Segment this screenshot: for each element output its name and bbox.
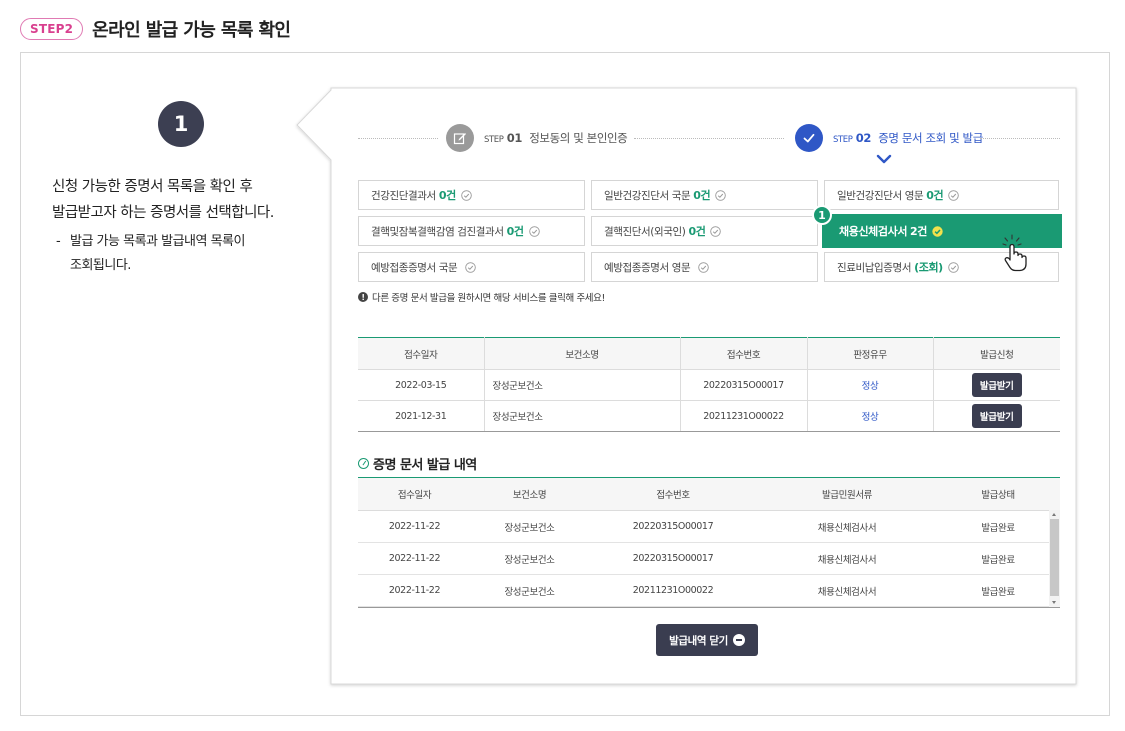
progress-step-1: STEP 01 정보동의 및 본인인증 [446, 124, 628, 152]
table-row: 2022-11-22 장성군보건소 20220315O00017 채용신체검사서… [358, 510, 1060, 543]
scroll-down-icon[interactable] [1052, 601, 1056, 604]
col-header: 발급민원서류 [758, 477, 936, 511]
scroll-thumb[interactable] [1050, 519, 1059, 596]
issue-button[interactable]: 발급받기 [971, 404, 1022, 428]
divider [358, 607, 1060, 608]
issue-button[interactable]: 발급받기 [971, 373, 1022, 397]
cert-item[interactable]: 예방접종증명서 국문 [358, 252, 585, 282]
step-2-label: 증명 문서 조회 및 발급 [878, 131, 983, 145]
check-circle-icon [948, 189, 960, 201]
step-2-prefix: STEP [833, 135, 853, 145]
check-circle-icon [932, 225, 943, 237]
progress-line [634, 138, 784, 139]
cert-item[interactable]: 결핵및잠복결핵감염 검진결과서 0건 [358, 216, 585, 246]
cert-item[interactable]: 결핵진단서(외국인) 0건 [591, 216, 818, 246]
progress-line [358, 138, 438, 139]
col-header: 접수일자 [358, 337, 484, 370]
table-row: 2022-11-22 장성군보건소 20220315O00017 채용신체검사서… [358, 542, 1060, 575]
progress-step-2: STEP 02 증명 문서 조회 및 발급 [795, 124, 983, 152]
issue-table: 접수일자 보건소명 접수번호 판정유무 발급신청 2022-03-15 장성군보… [358, 337, 1060, 432]
cert-item[interactable]: 예방접종증명서 영문 [591, 252, 818, 282]
step-1-number: 01 [506, 131, 523, 145]
cert-item[interactable]: 건강진단결과서 0건 [358, 180, 585, 210]
col-header: 발급상태 [936, 477, 1060, 511]
table-row: 2022-11-22 장성군보건소 20211231O00022 채용신체검사서… [358, 574, 1060, 607]
col-header: 접수번호 [679, 337, 807, 370]
notice-text: ! 다른 증명 문서 발급을 원하시면 해당 서비스를 클릭해 주세요! [358, 290, 605, 304]
history-scrollbar[interactable] [1049, 510, 1060, 607]
minus-circle-icon [732, 634, 745, 646]
table-row: 2022-03-15 장성군보건소 20220315O00017 정상 발급받기 [358, 369, 1060, 401]
history-icon [358, 458, 369, 469]
selection-badge: 1 [812, 205, 832, 225]
scroll-up-icon[interactable] [1052, 513, 1056, 516]
step-1-prefix: STEP [484, 135, 504, 145]
col-header: 판정유무 [806, 337, 933, 370]
chevron-down-icon [876, 154, 892, 164]
col-header: 보건소명 [483, 337, 680, 370]
col-header: 보건소명 [471, 477, 588, 511]
col-header: 접수일자 [358, 477, 471, 511]
check-circle-icon [461, 189, 472, 201]
table-header-row: 접수일자 보건소명 접수번호 발급민원서류 발급상태 [358, 477, 1060, 511]
check-icon [795, 124, 823, 152]
progress-steps: STEP 01 정보동의 및 본인인증 STEP 02 증명 문서 조회 및 발… [358, 124, 1060, 154]
pointer-hand-icon [1002, 234, 1027, 272]
table-header-row: 접수일자 보건소명 접수번호 판정유무 발급신청 [358, 337, 1060, 370]
check-circle-icon [715, 189, 727, 201]
check-circle-icon [698, 261, 710, 273]
cert-item[interactable]: 일반건강진단서 국문 0건 [591, 180, 818, 210]
step-2-number: 02 [855, 131, 872, 145]
check-circle-icon [465, 261, 477, 273]
progress-line [980, 138, 1060, 139]
history-table: 접수일자 보건소명 접수번호 발급민원서류 발급상태 2022-11-22 장성… [358, 477, 1060, 607]
table-row: 2021-12-31 장성군보건소 20211231O00022 정상 발급받기 [358, 400, 1060, 432]
close-history-button[interactable]: 발급내역 닫기 [656, 624, 758, 656]
cert-item[interactable]: 일반건강진단서 영문 0건 [824, 180, 1059, 210]
col-header: 접수번호 [588, 477, 758, 511]
check-circle-icon [710, 225, 722, 237]
check-circle-icon [948, 261, 959, 273]
edit-icon [446, 124, 474, 152]
col-header: 발급신청 [932, 337, 1060, 370]
history-title: 증명 문서 발급 내역 [358, 454, 477, 473]
step-1-label: 정보동의 및 본인인증 [529, 131, 628, 145]
check-circle-icon [528, 225, 540, 237]
info-icon: ! [358, 292, 368, 302]
